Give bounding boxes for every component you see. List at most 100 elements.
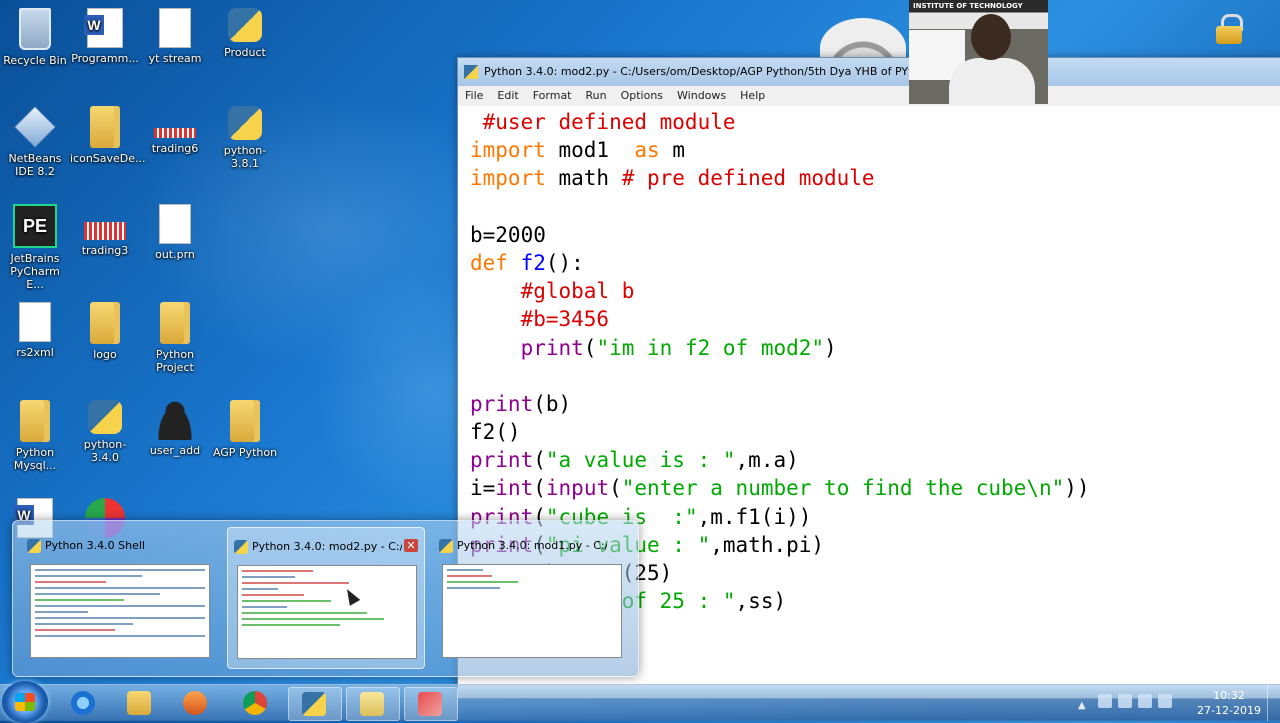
desktop-icon-trading6[interactable]: trading6 — [140, 106, 210, 155]
menu-help[interactable]: Help — [733, 86, 772, 102]
user-add-icon — [155, 400, 195, 440]
preview-thumbnail — [237, 565, 417, 659]
internet-explorer-icon — [71, 691, 95, 715]
webcam-banner: INSTITUTE OF TECHNOLOGY — [913, 2, 1023, 10]
desktop-icon-python-340[interactable]: python-3.4.0 — [70, 400, 140, 464]
preview-label: Python 3.4.0: mod2.py - C:/... — [252, 540, 402, 553]
text-document-icon — [159, 8, 191, 48]
taskbar-file-explorer[interactable] — [114, 687, 166, 719]
code-line: #user defined module — [470, 110, 736, 134]
desktop-icon-rs2xml[interactable]: rs2xml — [0, 302, 70, 359]
taskbar-folder[interactable] — [346, 687, 400, 721]
desktop-icon-python-mysql[interactable]: Python Mysql... — [0, 400, 70, 472]
folder-icon — [90, 302, 120, 344]
pycharm-icon: PE — [13, 204, 57, 248]
desktop-icon-label: Python Mysql... — [13, 446, 57, 472]
desktop-icon-label: NetBeans IDE 8.2 — [8, 152, 62, 178]
recycle-bin-icon — [19, 8, 51, 50]
desktop-icon-trading3[interactable]: trading3 — [70, 204, 140, 257]
folder-icon — [230, 400, 260, 442]
python-icon — [234, 540, 248, 554]
menu-bar: File Edit Format Run Options Windows Help — [458, 86, 1280, 107]
desktop-icon-label: logo — [93, 348, 117, 361]
taskbar-media-player[interactable] — [170, 687, 222, 719]
desktop-icon-yt-stream[interactable]: yt stream — [140, 8, 210, 65]
code-line: i=int(input("enter a number to find the … — [470, 476, 1090, 501]
desktop-icon-iconsavede[interactable]: iconSaveDe... — [70, 106, 146, 165]
code-line: print("a value is : ",m.a) — [470, 448, 799, 473]
desktop-icon-python-project[interactable]: Python Project — [140, 302, 210, 374]
desktop-icon-netbeans[interactable]: NetBeans IDE 8.2 — [0, 106, 70, 178]
folder-icon — [20, 400, 50, 442]
code-line: import mod1 as m — [470, 138, 685, 163]
usb-icon[interactable] — [1118, 694, 1132, 708]
folder-icon — [127, 691, 151, 715]
desktop-icon-label: AGP Python — [212, 446, 278, 459]
menu-windows[interactable]: Windows — [670, 86, 733, 102]
preview-thumbnail — [30, 564, 210, 658]
taskbar-tool[interactable] — [404, 687, 458, 721]
python-icon — [464, 65, 478, 79]
file-icon — [159, 204, 191, 244]
desktop-icon-label: python-3.4.0 — [83, 438, 127, 464]
menu-format[interactable]: Format — [526, 86, 579, 102]
signal-icon[interactable] — [1138, 694, 1152, 708]
folder-icon — [160, 302, 190, 344]
start-button[interactable] — [2, 681, 48, 723]
taskbar-preview-popup: Python 3.4.0 Shell Python 3.4.0: mod2.py… — [12, 520, 639, 677]
desktop-icon-agp-python[interactable]: AGP Python — [210, 400, 280, 459]
volume-icon[interactable] — [1158, 694, 1172, 708]
taskbar-chrome[interactable] — [230, 687, 282, 719]
chrome-icon — [243, 691, 267, 715]
menu-edit[interactable]: Edit — [490, 86, 525, 102]
menu-options[interactable]: Options — [614, 86, 670, 102]
jar-file-icon — [19, 302, 51, 342]
folder-icon — [90, 106, 120, 148]
tool-icon — [418, 692, 442, 716]
desktop-icon-label: JetBrains PyCharm E... — [10, 252, 60, 291]
desktop-icon-label: out.prn — [155, 248, 195, 261]
media-player-icon — [183, 691, 207, 715]
netbeans-icon — [14, 106, 56, 148]
python-icon — [439, 539, 453, 553]
preview-thumbnail — [442, 564, 622, 658]
windows-logo-icon — [15, 693, 35, 711]
network-error-icon[interactable] — [1098, 694, 1112, 708]
desktop-icon-product[interactable]: Product — [210, 8, 280, 59]
code-line: import math # pre defined module — [470, 166, 875, 191]
desktop-icon-recycle-bin[interactable]: Recycle Bin — [0, 8, 70, 67]
code-line: print("im in f2 of mod2") — [520, 335, 837, 360]
menu-file[interactable]: File — [458, 86, 490, 102]
system-tray: ▲ — [1078, 693, 1198, 713]
desktop-icon-programm[interactable]: Programm... — [70, 8, 140, 65]
desktop-icon-label: iconSaveDe... — [70, 152, 146, 165]
word-document-icon — [84, 8, 123, 48]
preview-shell[interactable]: Python 3.4.0 Shell — [21, 527, 217, 667]
preview-mod2[interactable]: Python 3.4.0: mod2.py - C:/... ✕ — [227, 527, 425, 669]
taskbar-internet-explorer[interactable] — [58, 687, 110, 719]
desktop-icon-label: trading6 — [151, 142, 199, 155]
close-icon[interactable]: ✕ — [404, 539, 418, 552]
desktop-icon-out-prn[interactable]: out.prn — [140, 204, 210, 261]
window-titlebar[interactable]: Python 3.4.0: mod2.py - C:/Users/om/Desk… — [458, 58, 1280, 86]
python-installer-icon — [228, 106, 262, 140]
show-desktop-button[interactable] — [1267, 685, 1280, 721]
chart-file-icon — [84, 222, 126, 240]
desktop-icon-python-381[interactable]: python-3.8.1 — [210, 106, 280, 170]
preview-mod1[interactable]: Python 3.4.0: mod1.py - C:/User... — [433, 527, 629, 667]
menu-run[interactable]: Run — [579, 86, 614, 102]
desktop-icon-label: yt stream — [148, 52, 202, 65]
clock[interactable]: 10:32 27-12-2019 — [1196, 688, 1262, 718]
lock-icon[interactable] — [1216, 14, 1243, 44]
desktop-icon-pycharm[interactable]: PE JetBrains PyCharm E... — [0, 204, 70, 291]
taskbar: ▲ 10:32 27-12-2019 — [0, 681, 1280, 723]
desktop-icon-user-add[interactable]: user_add — [140, 400, 210, 457]
desktop-icon-label: Product — [224, 46, 266, 59]
desktop-icon-logo[interactable]: logo — [70, 302, 140, 361]
desktop-icon-label: Python Project — [155, 348, 195, 374]
code-line: #b=3456 — [520, 307, 610, 332]
taskbar-python-idle[interactable] — [288, 687, 342, 721]
window-title: Python 3.4.0: mod2.py - C:/Users/om/Desk… — [484, 65, 948, 78]
show-hidden-icons-icon[interactable]: ▲ — [1078, 700, 1092, 714]
